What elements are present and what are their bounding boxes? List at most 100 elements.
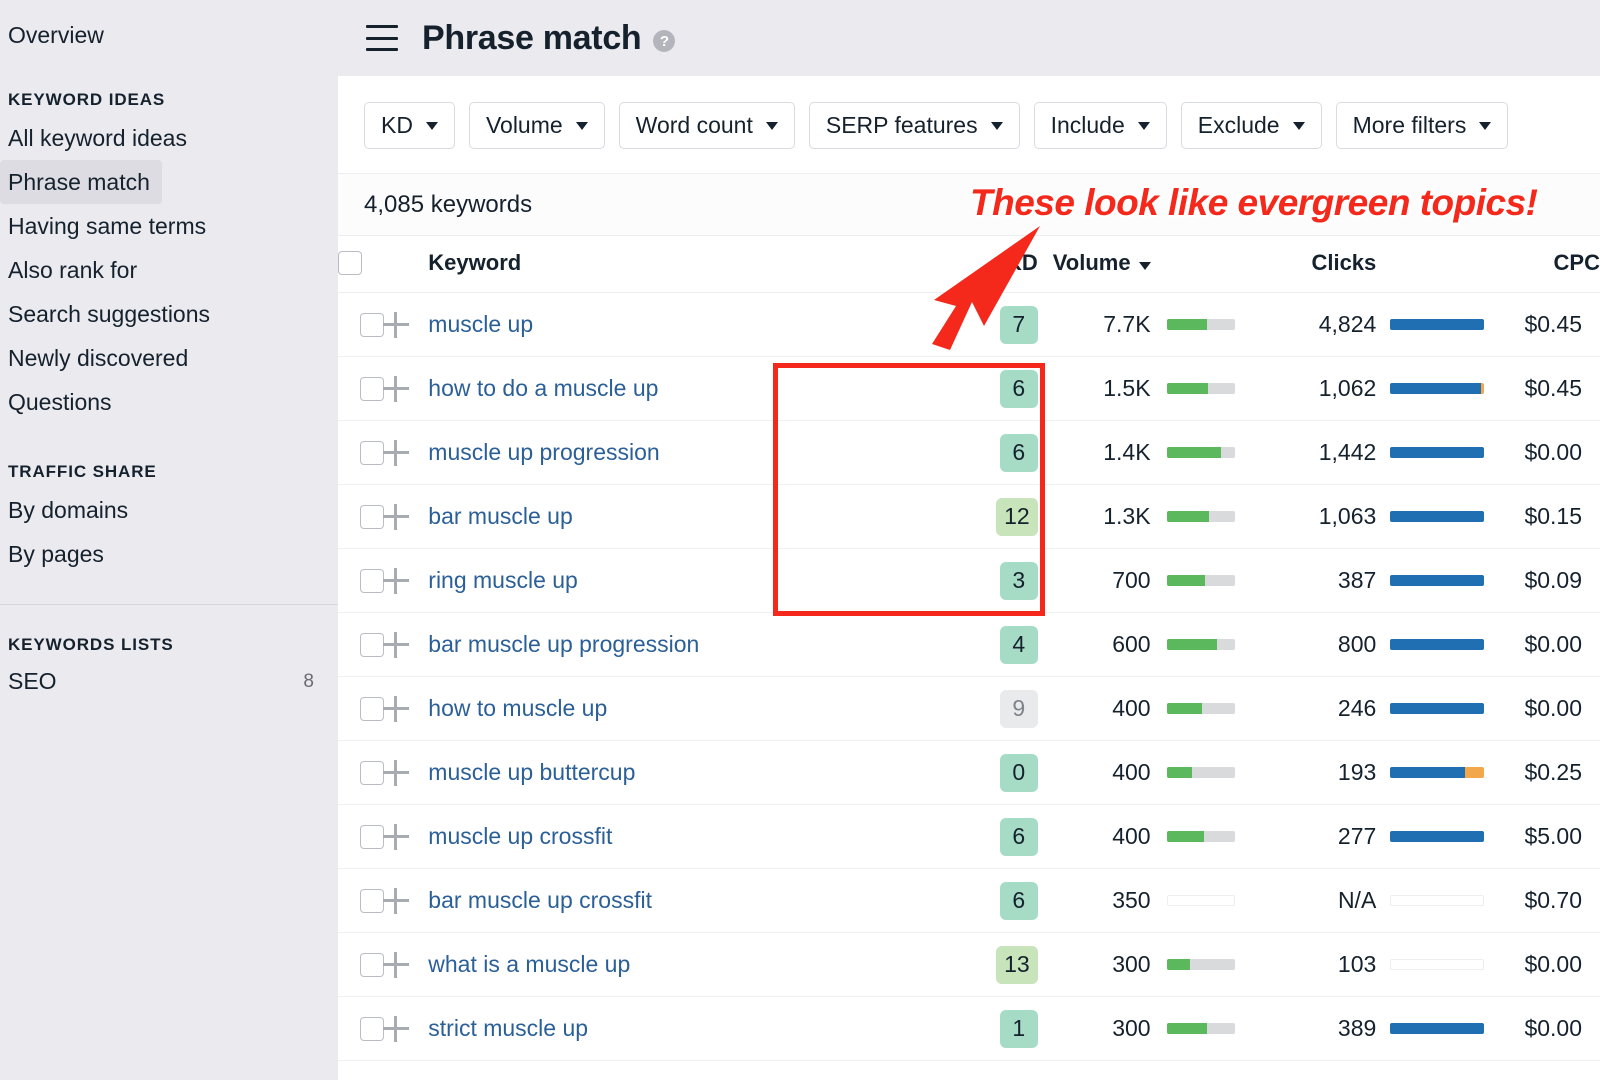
sidebar-item-newly-discovered[interactable]: Newly discovered bbox=[0, 336, 338, 380]
column-header-volume[interactable]: Volume bbox=[1037, 236, 1151, 293]
plus-icon[interactable] bbox=[383, 439, 410, 466]
column-header-cpc[interactable]: CPC bbox=[1489, 236, 1600, 293]
row-checkbox[interactable] bbox=[360, 312, 384, 337]
kd-badge: 0 bbox=[999, 753, 1038, 792]
table-row[interactable]: what is a muscle up 13 300 103 $0.00 bbox=[338, 932, 1600, 997]
keyword-link[interactable]: what is a muscle up bbox=[428, 951, 630, 977]
table-row[interactable]: bar muscle up progression 4 600 800 $0.00 bbox=[338, 612, 1600, 677]
help-icon[interactable]: ? bbox=[653, 30, 676, 52]
table-row[interactable]: muscle up progression 6 1.4K 1,442 $0.00 bbox=[338, 420, 1600, 485]
volume-bar-track bbox=[1166, 767, 1235, 778]
volume-bar-cell bbox=[1150, 740, 1254, 805]
row-checkbox[interactable] bbox=[360, 632, 384, 657]
plus-icon[interactable] bbox=[383, 375, 410, 402]
sidebar-item-also-rank-for[interactable]: Also rank for bbox=[0, 248, 338, 292]
kd-cell: 6 bbox=[951, 804, 1038, 869]
keyword-cell: how to do a muscle up bbox=[428, 356, 952, 421]
column-header-clicks[interactable]: Clicks bbox=[1253, 236, 1377, 293]
results-count: 4,085 keywords bbox=[338, 174, 1600, 236]
plus-icon[interactable] bbox=[383, 567, 410, 594]
column-header-keyword[interactable]: Keyword bbox=[428, 236, 952, 293]
column-header-kd[interactable]: KD bbox=[951, 236, 1038, 293]
clicks-bar-cell bbox=[1376, 996, 1490, 1061]
clicks-bar-track-empty bbox=[1390, 959, 1485, 970]
plus-icon[interactable] bbox=[383, 631, 410, 658]
table-row[interactable]: muscle up 7 7.7K 4,824 $0.45 bbox=[338, 292, 1600, 357]
row-checkbox[interactable] bbox=[360, 504, 384, 529]
table-row[interactable]: how to muscle up 9 400 246 $0.00 bbox=[338, 676, 1600, 741]
sidebar-item-search-suggestions[interactable]: Search suggestions bbox=[0, 292, 338, 336]
clicks-bar-fill-organic bbox=[1390, 1023, 1485, 1034]
table-row[interactable]: muscle up buttercup 0 400 193 $0.25 bbox=[338, 740, 1600, 805]
table-row[interactable]: muscle up crossfit 6 400 277 $5.00 bbox=[338, 804, 1600, 869]
clicks-cell: 1,062 bbox=[1253, 356, 1377, 421]
sidebar-item-by-pages[interactable]: By pages bbox=[0, 532, 338, 576]
plus-icon[interactable] bbox=[383, 759, 410, 786]
row-checkbox[interactable] bbox=[360, 1016, 384, 1041]
cpc-cell: $0.45 bbox=[1489, 356, 1600, 421]
table-row[interactable]: ring muscle up 3 700 387 $0.09 bbox=[338, 548, 1600, 613]
filter-word-count-button[interactable]: Word count bbox=[618, 102, 795, 149]
filter-more-filters-button[interactable]: More filters bbox=[1335, 102, 1509, 149]
clicks-bar-track bbox=[1390, 639, 1485, 650]
row-checkbox[interactable] bbox=[360, 888, 384, 913]
table-row[interactable]: how to do a muscle up 6 1.5K 1,062 $0.45 bbox=[338, 356, 1600, 421]
filter-include-label: Include bbox=[1050, 112, 1125, 138]
plus-icon[interactable] bbox=[383, 311, 410, 338]
row-checkbox[interactable] bbox=[360, 760, 384, 785]
filter-exclude-button[interactable]: Exclude bbox=[1180, 102, 1322, 149]
keyword-link[interactable]: bar muscle up crossfit bbox=[428, 887, 652, 913]
filter-serp-features-label: SERP features bbox=[825, 112, 978, 138]
keywords-table: Keyword KD Volume Clicks CPC muscle up 7 7… bbox=[338, 236, 1600, 1061]
plus-icon[interactable] bbox=[383, 887, 410, 914]
keyword-link[interactable]: how to muscle up bbox=[428, 695, 607, 721]
filter-volume-button[interactable]: Volume bbox=[468, 102, 605, 149]
clicks-bar-track bbox=[1390, 1023, 1485, 1034]
keyword-link[interactable]: how to do a muscle up bbox=[428, 375, 658, 401]
sidebar-item-having-same-terms[interactable]: Having same terms bbox=[0, 204, 338, 248]
volume-bar-track bbox=[1166, 575, 1235, 586]
kd-cell: 12 bbox=[951, 484, 1038, 549]
volume-bar-cell bbox=[1150, 292, 1254, 357]
sidebar-item-phrase-match[interactable]: Phrase match bbox=[0, 160, 162, 204]
filter-serp-features-button[interactable]: SERP features bbox=[808, 102, 1020, 149]
volume-bar-cell bbox=[1150, 932, 1254, 997]
keyword-link[interactable]: muscle up progression bbox=[428, 439, 659, 465]
plus-icon[interactable] bbox=[383, 695, 410, 722]
row-checkbox[interactable] bbox=[360, 376, 384, 401]
filter-include-button[interactable]: Include bbox=[1033, 102, 1167, 149]
table-row[interactable]: bar muscle up 12 1.3K 1,063 $0.15 bbox=[338, 484, 1600, 549]
volume-bar-fill bbox=[1166, 831, 1204, 842]
plus-icon[interactable] bbox=[383, 1015, 410, 1042]
plus-icon[interactable] bbox=[383, 951, 410, 978]
row-checkbox[interactable] bbox=[360, 696, 384, 721]
plus-icon[interactable] bbox=[383, 503, 410, 530]
keyword-link[interactable]: ring muscle up bbox=[428, 567, 578, 593]
table-row[interactable]: strict muscle up 1 300 389 $0.00 bbox=[338, 996, 1600, 1061]
keyword-link[interactable]: muscle up buttercup bbox=[428, 759, 635, 785]
sidebar-item-questions[interactable]: Questions bbox=[0, 380, 338, 424]
kd-badge: 6 bbox=[999, 817, 1038, 856]
sidebar-item-overview[interactable]: Overview bbox=[0, 14, 338, 56]
row-checkbox[interactable] bbox=[360, 440, 384, 465]
row-checkbox[interactable] bbox=[360, 824, 384, 849]
row-checkbox[interactable] bbox=[360, 952, 384, 977]
volume-cell: 700 bbox=[1037, 548, 1151, 613]
sidebar-item-list-seo[interactable]: SEO 8 bbox=[0, 661, 338, 702]
keyword-link[interactable]: strict muscle up bbox=[428, 1015, 588, 1041]
keyword-link[interactable]: bar muscle up bbox=[428, 503, 572, 529]
sidebar-item-all-keyword-ideas[interactable]: All keyword ideas bbox=[0, 116, 338, 160]
keyword-link[interactable]: muscle up bbox=[428, 311, 533, 337]
filter-kd-button[interactable]: KD bbox=[364, 102, 455, 149]
keyword-link[interactable]: muscle up crossfit bbox=[428, 823, 612, 849]
keyword-cell: bar muscle up progression bbox=[428, 612, 952, 677]
select-all-checkbox[interactable] bbox=[338, 251, 362, 275]
hamburger-icon[interactable] bbox=[366, 25, 398, 51]
clicks-bar-cell bbox=[1376, 420, 1490, 485]
plus-icon[interactable] bbox=[383, 823, 410, 850]
keyword-link[interactable]: bar muscle up progression bbox=[428, 631, 699, 657]
sidebar-item-by-domains[interactable]: By domains bbox=[0, 488, 338, 532]
table-row[interactable]: bar muscle up crossfit 6 350 N/A $0.70 bbox=[338, 868, 1600, 933]
row-checkbox[interactable] bbox=[360, 568, 384, 593]
row-select-cell bbox=[338, 484, 384, 549]
